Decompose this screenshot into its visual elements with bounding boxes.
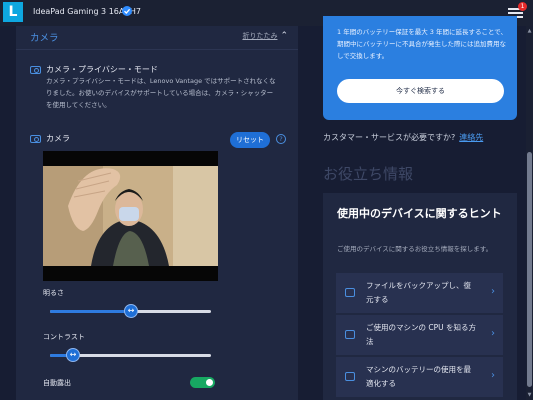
divider (16, 49, 298, 50)
contrast-slider[interactable] (50, 348, 211, 362)
verified-check-icon (122, 6, 132, 16)
auto-exposure-label: 自動露出 (43, 379, 71, 387)
tip-backup-restore[interactable]: ファイルをバックアップし、復元する › (336, 273, 503, 313)
cloud-upload-icon (345, 288, 355, 297)
section-title-camera: カメラ (30, 33, 59, 44)
privacy-mode-description: カメラ・プライバシー・モードは、Lenovo Vantage ではサポートされな… (46, 77, 276, 109)
lenovo-vantage-logo: L (3, 2, 23, 22)
device-tips-card: 使用中のデバイスに関するヒント ご使用のデバイスに関するお役立ち情報を探します。… (323, 193, 517, 400)
help-icon[interactable]: ? (276, 134, 286, 144)
reset-button[interactable]: リセット (230, 132, 270, 148)
collapse-label: 折りたたみ (242, 32, 278, 40)
helpful-info-heading: お役立ち情報 (323, 165, 414, 183)
page-scrollbar[interactable]: ▲ ▼ (526, 26, 533, 400)
warranty-description: 1 年間のバッテリー保証を最大 3 年間に延長することで、期間中にバッテリーに不… (337, 28, 508, 60)
brightness-label: 明るさ (43, 289, 64, 297)
camera-icon (30, 66, 41, 74)
camera-preview (43, 151, 218, 281)
scroll-up-arrow-icon[interactable]: ▲ (526, 28, 533, 34)
chevron-right-icon: › (491, 370, 495, 381)
tip-label: ファイルをバックアップし、復元する (366, 281, 471, 304)
contrast-label: コントラスト (43, 333, 85, 341)
tip-label: ご使用のマシンの CPU を知る方法 (366, 323, 477, 346)
camera-label: カメラ (46, 134, 70, 143)
notification-badge: 1 (518, 2, 527, 11)
camera-settings-panel: カメラ 折りたたみ ⌃ カメラ・プライバシー・モード カメラ・プライバシー・モード… (16, 26, 298, 400)
collapse-link[interactable]: 折りたたみ ⌃ (242, 31, 288, 41)
battery-warranty-card: 1 年間のバッテリー保証を最大 3 年間に延長することで、期間中にバッテリーに不… (323, 16, 517, 120)
chevron-right-icon: › (491, 286, 495, 297)
device-tips-subtitle: ご使用のデバイスに関するお役立ち情報を探します。 (337, 245, 493, 253)
tip-battery-optimize[interactable]: マシンのバッテリーの使用を最適化する › (336, 357, 503, 397)
chevron-up-icon: ⌃ (280, 31, 288, 41)
contact-link[interactable]: 連絡先 (459, 133, 483, 142)
contrast-slider-handle[interactable] (66, 348, 80, 362)
brightness-slider[interactable] (50, 304, 211, 318)
scroll-down-arrow-icon[interactable]: ▼ (526, 392, 533, 398)
toggle-knob (206, 379, 213, 386)
search-now-button[interactable]: 今すぐ検索する (337, 79, 504, 103)
scrollbar-thumb[interactable] (527, 152, 532, 387)
brightness-slider-handle[interactable] (124, 304, 138, 318)
battery-icon (345, 372, 355, 381)
camera-icon (30, 135, 41, 143)
brightness-slider-fill (50, 310, 131, 313)
chevron-right-icon: › (491, 328, 495, 339)
auto-exposure-toggle[interactable] (190, 377, 215, 388)
tip-cpu-info[interactable]: ご使用のマシンの CPU を知る方法 › (336, 315, 503, 355)
privacy-mode-title: カメラ・プライバシー・モード (46, 65, 158, 74)
laptop-icon (345, 330, 355, 339)
customer-service-prompt: カスタマー・サービスが必要ですか? 連絡先 (323, 132, 483, 143)
customer-service-text: カスタマー・サービスが必要ですか? (323, 133, 456, 142)
device-tips-title: 使用中のデバイスに関するヒント (337, 207, 502, 220)
tip-label: マシンのバッテリーの使用を最適化する (366, 365, 471, 388)
